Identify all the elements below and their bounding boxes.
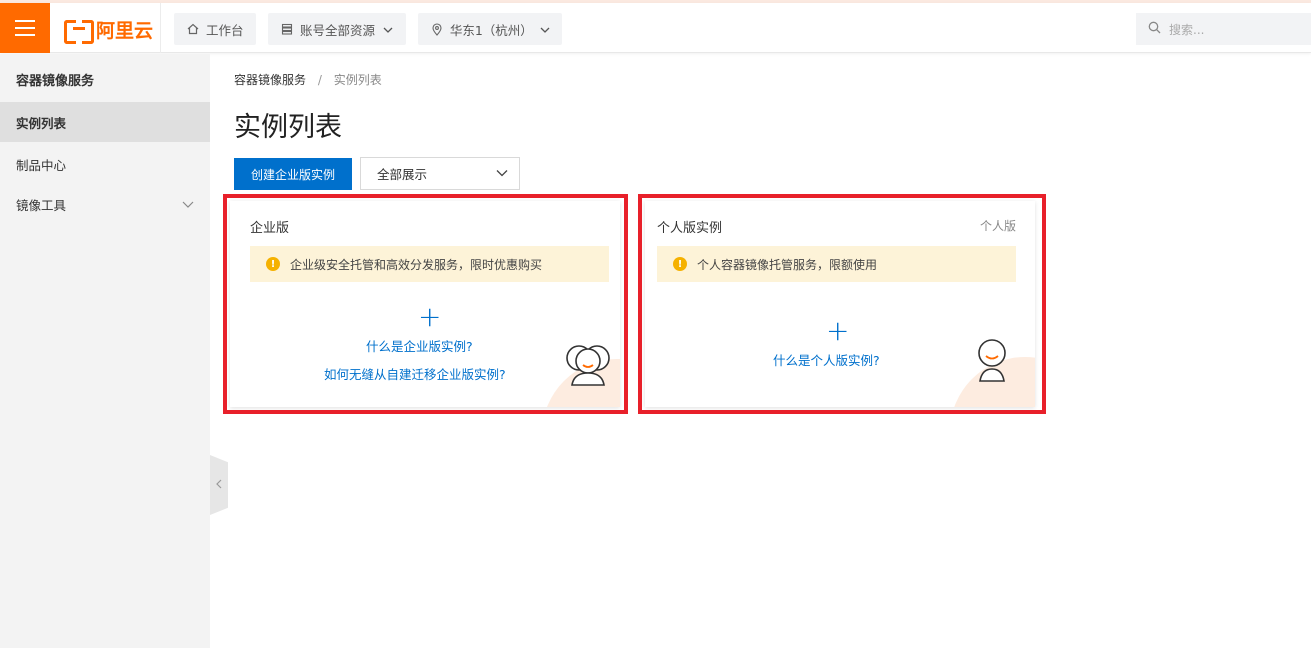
resource-scope-dropdown[interactable]: 账号全部资源 — [268, 13, 406, 45]
create-enterprise-instance-button[interactable]: 创建企业版实例 — [234, 158, 352, 190]
sidebar-item-label: 制品中心 — [16, 157, 67, 173]
workbench-label: 工作台 — [206, 22, 244, 38]
enterprise-card-highlight-box — [223, 194, 628, 414]
breadcrumb: 容器镜像服务 / 实例列表 — [234, 71, 382, 88]
sidebar-item-label: 镜像工具 — [16, 197, 67, 213]
aliyun-logo[interactable]: 阿里云 — [64, 16, 154, 44]
home-icon — [186, 22, 200, 36]
sidebar-item-artifact-center[interactable]: 制品中心 — [0, 144, 210, 184]
chevron-down-icon — [540, 23, 550, 36]
region-label: 华东1（杭州） — [449, 22, 533, 38]
workbench-button[interactable]: 工作台 — [174, 13, 256, 45]
search-input[interactable]: 搜索... — [1136, 13, 1311, 45]
list-icon — [280, 22, 294, 36]
top-navigation-bar: 阿里云 工作台 账号全部资源 华东1（杭州） 搜索... — [0, 3, 1311, 53]
page-title: 实例列表 — [234, 112, 342, 143]
chevron-down-icon — [182, 196, 194, 211]
personal-card-highlight-box — [638, 194, 1046, 414]
sidebar: 容器镜像服务 实例列表 制品中心 镜像工具 — [0, 54, 210, 648]
logo-text: 阿里云 — [96, 19, 154, 42]
breadcrumb-separator: / — [317, 73, 322, 87]
search-placeholder: 搜索... — [1169, 22, 1205, 37]
sidebar-item-image-tools[interactable]: 镜像工具 — [0, 184, 210, 224]
chevron-down-icon — [495, 166, 509, 183]
breadcrumb-root[interactable]: 容器镜像服务 — [234, 73, 306, 87]
display-filter-select[interactable]: 全部展示 — [360, 157, 520, 190]
sidebar-title: 容器镜像服务 — [16, 74, 95, 89]
divider — [160, 3, 161, 53]
breadcrumb-current: 实例列表 — [333, 73, 382, 87]
chevron-left-icon — [216, 478, 222, 492]
display-filter-value: 全部展示 — [377, 167, 428, 182]
sidebar-item-instance-list[interactable]: 实例列表 — [0, 102, 210, 142]
search-icon — [1148, 21, 1161, 37]
aliyun-logo-icon — [64, 20, 94, 44]
location-pin-icon — [430, 22, 444, 36]
resource-scope-label: 账号全部资源 — [300, 22, 376, 38]
hamburger-menu-button[interactable] — [0, 3, 50, 53]
sidebar-item-label: 实例列表 — [16, 115, 67, 131]
sidebar-collapse-handle[interactable] — [210, 455, 228, 515]
region-dropdown[interactable]: 华东1（杭州） — [418, 13, 562, 45]
chevron-down-icon — [383, 23, 393, 36]
